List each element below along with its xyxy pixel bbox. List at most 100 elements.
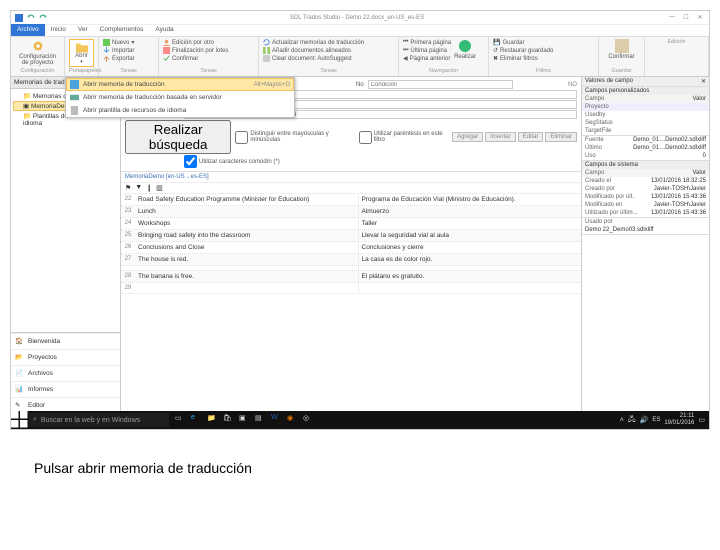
tm-row-num: 23 [121,206,135,217]
guardar-button[interactable]: 💾 Guardar [493,39,594,46]
tm-row[interactable]: 29 [121,283,581,294]
word-icon[interactable]: W [271,414,283,426]
ribbon-tabs: Archivo Inicio Ver Complementos Ayuda [11,25,709,37]
nav-informes[interactable]: 📊Informes [11,381,120,397]
primera-button[interactable]: ⏮ Primera página [403,39,451,46]
tm-row[interactable]: 24WorkshopsTaller [121,218,581,230]
clear-autosuggest-button[interactable]: Clear document: AutoSuggest [263,55,394,62]
realizar-label: Realizar [454,54,476,60]
minimize-button[interactable]: — [667,14,677,21]
tray-lang-icon[interactable]: ES [652,417,660,423]
tool-filter-icon[interactable]: ▼ [135,184,142,192]
chk-comodin[interactable] [184,155,197,168]
col-campo: Campo [585,96,692,102]
tm-row[interactable]: 25Bringing road safety into the classroo… [121,230,581,242]
app-icon[interactable]: ▣ [239,414,251,426]
tab-archivo[interactable]: Archivo [11,24,45,36]
tm-row[interactable]: 23LunchAlmuerzo [121,206,581,218]
edicion-otro-button[interactable]: Edición por otro [163,39,254,46]
input-condicion[interactable] [368,80,513,89]
explorer-icon[interactable]: 📁 [207,414,219,426]
chk-mayus[interactable] [235,131,248,144]
trados-task-icon[interactable]: ▤ [255,414,267,426]
maximize-button[interactable]: ☐ [681,14,691,21]
menu-abrir-memoria-short: Alt+Mayús+O [254,82,290,88]
edge-icon[interactable]: e [191,414,203,426]
batch-icon [163,47,170,54]
abrir-menu: Abrir memoria de traducción Alt+Mayús+O … [65,77,295,118]
tool-flag-icon[interactable]: ⚑ [125,184,131,192]
btn-insertar[interactable]: Insertar [485,132,515,142]
tm-row[interactable]: 22Road Safety Education Programme (Minis… [121,194,581,206]
group-tareas: Tareas [103,68,154,74]
nuevo-label: Nuevo [112,40,129,46]
btn-editar[interactable]: Editar [518,132,544,142]
f-segstatus: SegStatus [585,120,706,126]
group-filtros: Filtros [493,68,594,74]
tm-tgt: Almuerzo [359,206,582,217]
undo-icon[interactable] [27,14,35,22]
close-button[interactable]: ✕ [695,14,705,21]
tm-src: Lunch [135,206,359,217]
menu-abrir-servidor[interactable]: Abrir memoria de traducción basada en se… [66,91,294,104]
tool-split-icon[interactable]: ▥ [156,184,163,192]
actualizar-memorias-button[interactable]: Actualizar memorias de traducción [263,39,394,46]
tm-tgt [359,283,582,293]
tray-vol-icon[interactable]: 🔊 [640,416,649,424]
tm-row[interactable]: 27The house is red.La casa es de color r… [121,254,581,266]
finalizacion-label: Finalización por lotes [172,48,228,54]
taskview-icon[interactable]: ▭ [175,414,187,426]
chrome-icon[interactable]: ◎ [303,414,315,426]
restaurar-button[interactable]: ↺ Restaurar guardado [493,47,594,54]
nav-proyectos[interactable]: 📂Proyectos [11,349,120,365]
menu-abrir-memoria[interactable]: Abrir memoria de traducción Alt+Mayús+O [66,78,294,91]
btn-buscar[interactable]: Realizar búsqueda [125,120,231,154]
add-alineacion-button[interactable]: Añadir documentos alineados [263,47,394,54]
tm-row[interactable]: 28The banana is free.El plátano es gratu… [121,271,581,283]
anterior-button[interactable]: ◀ Página anterior [403,55,451,62]
taskbar-search-ph: Buscar en la web y en Windows [41,417,140,424]
save-icon[interactable] [15,14,23,22]
menu-abrir-plantilla[interactable]: Abrir plantilla de recursos de idioma [66,104,294,117]
nav-bienvenida[interactable]: 🏠Bienvenida [11,333,120,349]
exportar-button[interactable]: Exportar [103,55,154,62]
quick-access [11,14,47,22]
confirmar-big-button[interactable]: Confirmar [603,39,640,60]
template-icon [70,106,79,115]
nuevo-button[interactable]: Nuevo ▾ [103,39,154,46]
btn-agregar[interactable]: Agregar [452,132,483,142]
ultima-button[interactable]: ⏭ Última página [403,47,451,54]
firefox-icon[interactable]: ◉ [287,414,299,426]
tm-row[interactable]: 26Conclusions and CloseConclusiones y ci… [121,242,581,254]
filtros-elim-button[interactable]: ✖ Eliminar filtros [493,55,594,62]
search-icon: ⌕ [33,416,37,424]
tool-tag-icon[interactable]: ❙ [146,184,152,192]
right-close-icon[interactable]: ✕ [701,78,706,85]
realizar-button[interactable]: Realizar [454,39,476,62]
store-icon[interactable]: 🛍 [223,414,235,426]
gear-icon [31,39,45,53]
tm-tgt: Conclusiones y cierre [359,242,582,253]
tray-up-icon[interactable]: ˄ [620,417,624,424]
importar-button[interactable]: Importar [103,47,154,54]
tray-notif-icon[interactable]: ▭ [698,416,705,424]
col-valor: Valor [692,96,706,102]
tray-date: 19/01/2016 [664,420,694,427]
tab-inicio[interactable]: Inicio [45,24,72,36]
folder-open-icon [75,41,89,53]
tab-ver[interactable]: Ver [72,24,94,36]
btn-eliminar[interactable]: Eliminar [545,132,577,142]
abrir-button[interactable]: Abrir ▾ [69,39,94,67]
confirmar-button[interactable]: Confirmar [163,55,254,62]
tab-ayuda[interactable]: Ayuda [149,24,179,36]
taskbar-search[interactable]: ⌕ Buscar en la web y en Windows [29,413,169,427]
nav-archivos[interactable]: 📄Archivos [11,365,120,381]
chk-paren[interactable] [359,131,372,144]
tab-complementos[interactable]: Complementos [94,24,150,36]
redo-icon[interactable] [39,14,47,22]
config-label: Configuración de proyecto [15,54,60,66]
start-button[interactable] [11,411,29,429]
config-button[interactable]: Configuración de proyecto [15,39,60,66]
tray-net-icon[interactable]: 🖧 [628,415,636,426]
finalizacion-button[interactable]: Finalización por lotes [163,47,254,54]
